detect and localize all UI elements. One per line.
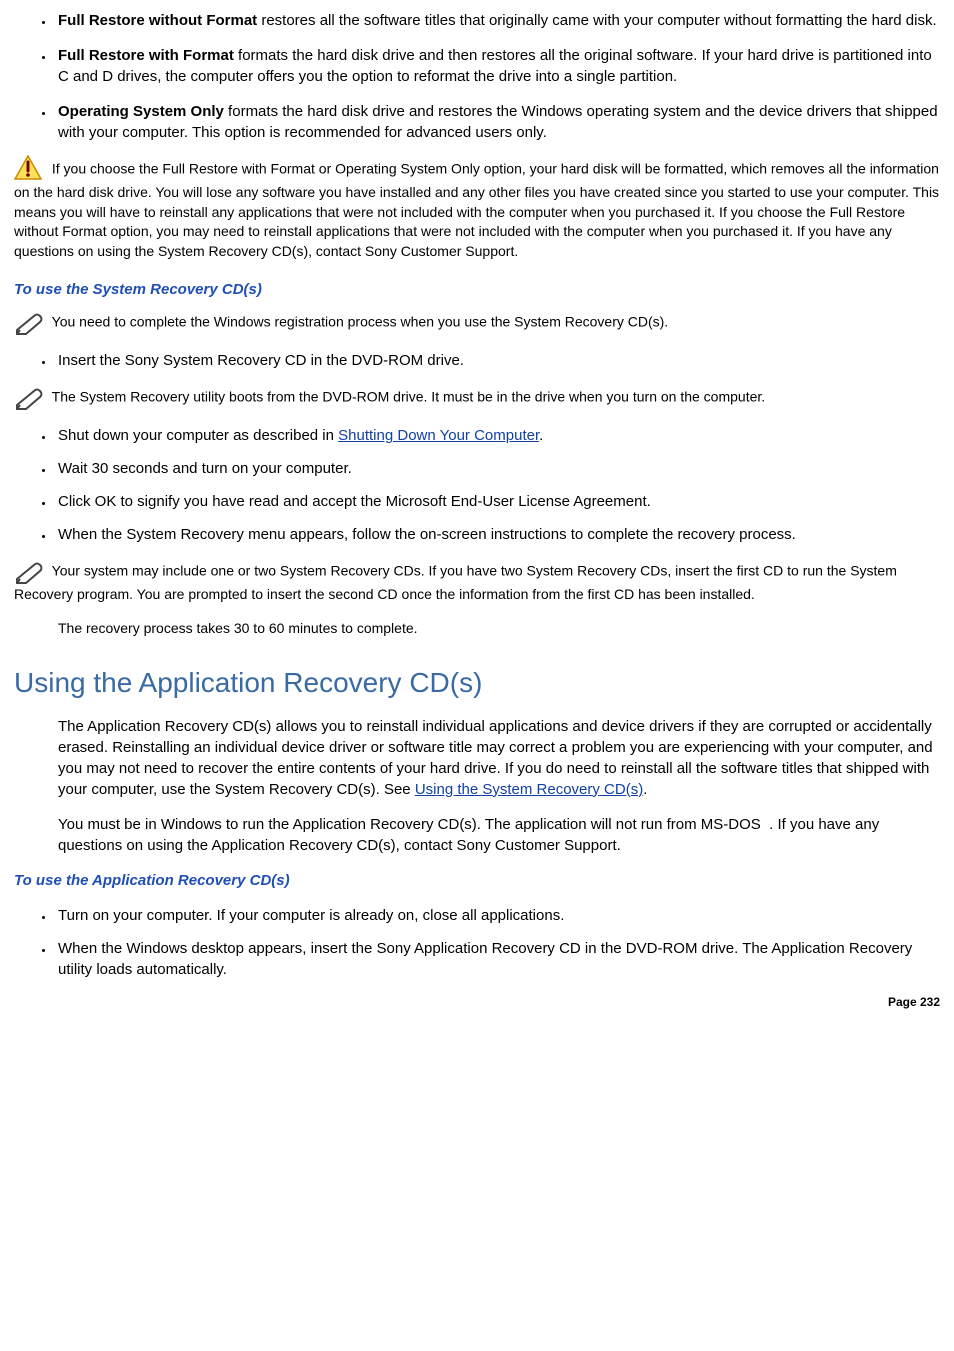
list-item: When the System Recovery menu appears, f…: [54, 524, 940, 545]
list-item: Click OK to signify you have read and ac…: [54, 491, 940, 512]
note-icon: [14, 385, 44, 411]
step-text: Shut down your computer as described in: [58, 427, 338, 444]
option-title: Full Restore with Format: [58, 47, 234, 64]
link-shutting-down[interactable]: Shutting Down Your Computer: [338, 427, 539, 444]
app-steps-list: Turn on your computer. If your computer …: [14, 905, 940, 980]
list-item: Wait 30 seconds and turn on your compute…: [54, 458, 940, 479]
option-title: Operating System Only: [58, 103, 224, 120]
list-item: Operating System Only formats the hard d…: [54, 101, 940, 143]
warning-callout: If you choose the Full Restore with Form…: [14, 157, 940, 261]
subheading-use-app-recovery: To use the Application Recovery CD(s): [14, 870, 940, 891]
restore-options-list: Full Restore without Format restores all…: [14, 10, 940, 143]
note-icon: [14, 559, 44, 585]
note-icon: [14, 310, 44, 336]
step-text: Click OK to signify you have read and ac…: [58, 493, 651, 510]
step-text: Insert the Sony System Recovery CD in th…: [58, 352, 464, 369]
warning-text: If you choose the Full Restore with Form…: [14, 161, 939, 259]
recovery-time-text: The recovery process takes 30 to 60 minu…: [58, 619, 940, 639]
subheading-use-system-recovery: To use the System Recovery CD(s): [14, 279, 940, 300]
steps-list-1: Insert the Sony System Recovery CD in th…: [14, 350, 940, 371]
warning-icon: [14, 155, 42, 181]
step-text: Turn on your computer. If your computer …: [58, 907, 564, 924]
step-text: Wait 30 seconds and turn on your compute…: [58, 460, 352, 477]
list-item: When the Windows desktop appears, insert…: [54, 938, 940, 980]
note-callout: You need to complete the Windows registr…: [14, 310, 940, 336]
note-callout: Your system may include one or two Syste…: [14, 559, 940, 605]
note-callout: The System Recovery utility boots from t…: [14, 385, 940, 411]
steps-list-2: Shut down your computer as described in …: [14, 425, 940, 545]
para-text-post: .: [643, 781, 647, 798]
list-item: Insert the Sony System Recovery CD in th…: [54, 350, 940, 371]
link-using-system-recovery[interactable]: Using the System Recovery CD(s): [415, 781, 643, 798]
step-text-post: .: [539, 427, 543, 444]
option-text: restores all the software titles that or…: [257, 12, 936, 29]
note-text: Your system may include one or two Syste…: [14, 563, 897, 602]
note-text: You need to complete the Windows registr…: [52, 314, 669, 330]
option-title: Full Restore without Format: [58, 12, 257, 29]
list-item: Turn on your computer. If your computer …: [54, 905, 940, 926]
list-item: Full Restore without Format restores all…: [54, 10, 940, 31]
list-item: Shut down your computer as described in …: [54, 425, 940, 446]
step-text: When the System Recovery menu appears, f…: [58, 526, 796, 543]
list-item: Full Restore with Format formats the har…: [54, 45, 940, 87]
section2-paragraph-2: You must be in Windows to run the Applic…: [58, 814, 940, 856]
page-number: Page 232: [14, 994, 940, 1011]
section-title-app-recovery: Using the Application Recovery CD(s): [14, 663, 940, 702]
note-text: The System Recovery utility boots from t…: [52, 389, 766, 405]
step-text: When the Windows desktop appears, insert…: [58, 940, 912, 978]
section2-paragraph-1: The Application Recovery CD(s) allows yo…: [58, 716, 940, 800]
